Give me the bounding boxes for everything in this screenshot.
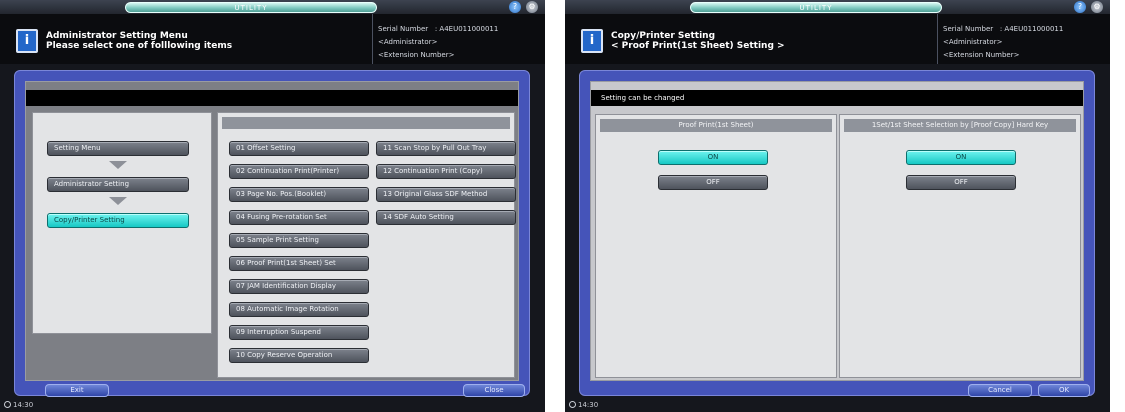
title-line-1: Administrator Setting Menu [46,31,188,41]
status-bar: Setting can be changed [591,90,1083,106]
close-button[interactable]: Close [463,384,525,397]
menu-item-06[interactable]: 06 Proof Print(1st Sheet) Set [229,256,369,271]
utility-title: UTILITY [690,2,942,13]
page-title: Copy/Printer Setting < Proof Print(1st S… [611,31,785,51]
admin-setting-menu-screen: UTILITY ? ⚙ i Administrator Setting Menu… [0,0,545,412]
clock-icon [4,401,11,408]
cancel-button[interactable]: Cancel [968,384,1032,397]
screen-gap [545,0,565,412]
menu-item-14[interactable]: 14 SDF Auto Setting [376,210,516,225]
administrator-setting-button[interactable]: Administrator Setting [47,177,189,192]
menu-panel-header [222,117,510,129]
extension-label: <Extension Number> [943,51,1020,59]
arrow-down-icon [109,197,127,205]
title-line-2: < Proof Print(1st Sheet) Setting > [611,41,785,51]
title-line-1: Copy/Printer Setting [611,31,716,41]
content-area: Setting can be changed Proof Print(1st S… [590,81,1084,381]
menu-item-04[interactable]: 04 Fusing Pre-rotation Set [229,210,369,225]
admin-label: <Administrator> [378,38,438,46]
settings-icon[interactable]: ⚙ [1091,1,1103,13]
clock: 14:30 [4,401,33,409]
serial-label: Serial Number [943,25,994,33]
copy-printer-setting-button[interactable]: Copy/Printer Setting [47,213,189,228]
content-area: Setting Menu Administrator Setting Copy/… [25,81,519,381]
hard-key-off-button[interactable]: OFF [906,175,1016,190]
title-line-2: Please select one of folllowing items [46,41,233,51]
info-icon: i [16,29,38,53]
machine-info: Serial Number : A4EU011000011 <Administr… [378,24,498,63]
menu-item-03[interactable]: 03 Page No. Pos.(Booklet) [229,187,369,202]
clock-icon [569,401,576,408]
arrow-down-icon [109,161,127,169]
top-status-bar: UTILITY ? ⚙ [0,0,545,14]
hard-key-panel-title: 1Set/1st Sheet Selection by [Proof Copy]… [844,119,1076,132]
serial-value: : A4EU011000011 [434,25,499,33]
admin-label: <Administrator> [943,38,1003,46]
serial-value: : A4EU011000011 [999,25,1064,33]
proof-print-off-button[interactable]: OFF [658,175,768,190]
serial-label: Serial Number [378,25,429,33]
menu-item-01[interactable]: 01 Offset Setting [229,141,369,156]
help-icon[interactable]: ? [509,1,521,13]
exit-button[interactable]: Exit [45,384,109,397]
breadcrumb-panel: Setting Menu Administrator Setting Copy/… [32,112,212,334]
menu-item-09[interactable]: 09 Interruption Suspend [229,325,369,340]
menu-item-13[interactable]: 13 Original Glass SDF Method [376,187,516,202]
clock-time: 14:30 [13,401,34,409]
clock: 14:30 [569,401,598,409]
menu-item-07[interactable]: 07 JAM Identification Display [229,279,369,294]
hard-key-on-button[interactable]: ON [906,150,1016,165]
header-divider [937,14,938,64]
top-status-bar: UTILITY ? ⚙ [565,0,1110,14]
clock-time: 14:30 [578,401,599,409]
header-divider [372,14,373,64]
setting-menu-button[interactable]: Setting Menu [47,141,189,156]
menu-item-08[interactable]: 08 Automatic Image Rotation [229,302,369,317]
proof-print-on-button[interactable]: ON [658,150,768,165]
proof-print-setting-screen: UTILITY ? ⚙ i Copy/Printer Setting < Pro… [565,0,1110,412]
menu-item-12[interactable]: 12 Continuation Print (Copy) [376,164,516,179]
menu-item-02[interactable]: 02 Continuation Print(Printer) [229,164,369,179]
hard-key-panel: 1Set/1st Sheet Selection by [Proof Copy]… [839,114,1081,378]
machine-info: Serial Number : A4EU011000011 <Administr… [943,24,1063,63]
utility-title: UTILITY [125,2,377,13]
help-icon[interactable]: ? [1074,1,1086,13]
settings-icon[interactable]: ⚙ [526,1,538,13]
menu-item-10[interactable]: 10 Copy Reserve Operation [229,348,369,363]
menu-item-11[interactable]: 11 Scan Stop by Pull Out Tray [376,141,516,156]
extension-label: <Extension Number> [378,51,455,59]
message-bar [26,90,518,106]
menu-item-05[interactable]: 05 Sample Print Setting [229,233,369,248]
info-icon: i [581,29,603,53]
proof-print-panel: Proof Print(1st Sheet) ON OFF [595,114,837,378]
proof-print-panel-title: Proof Print(1st Sheet) [600,119,832,132]
main-frame: Setting can be changed Proof Print(1st S… [579,70,1095,397]
ok-button[interactable]: OK [1038,384,1090,397]
main-frame: Setting Menu Administrator Setting Copy/… [14,70,530,397]
menu-panel: 01 Offset Setting 02 Continuation Print(… [217,112,516,378]
header: i Copy/Printer Setting < Proof Print(1st… [565,14,1110,64]
header: i Administrator Setting Menu Please sele… [0,14,545,64]
page-title: Administrator Setting Menu Please select… [46,31,232,51]
